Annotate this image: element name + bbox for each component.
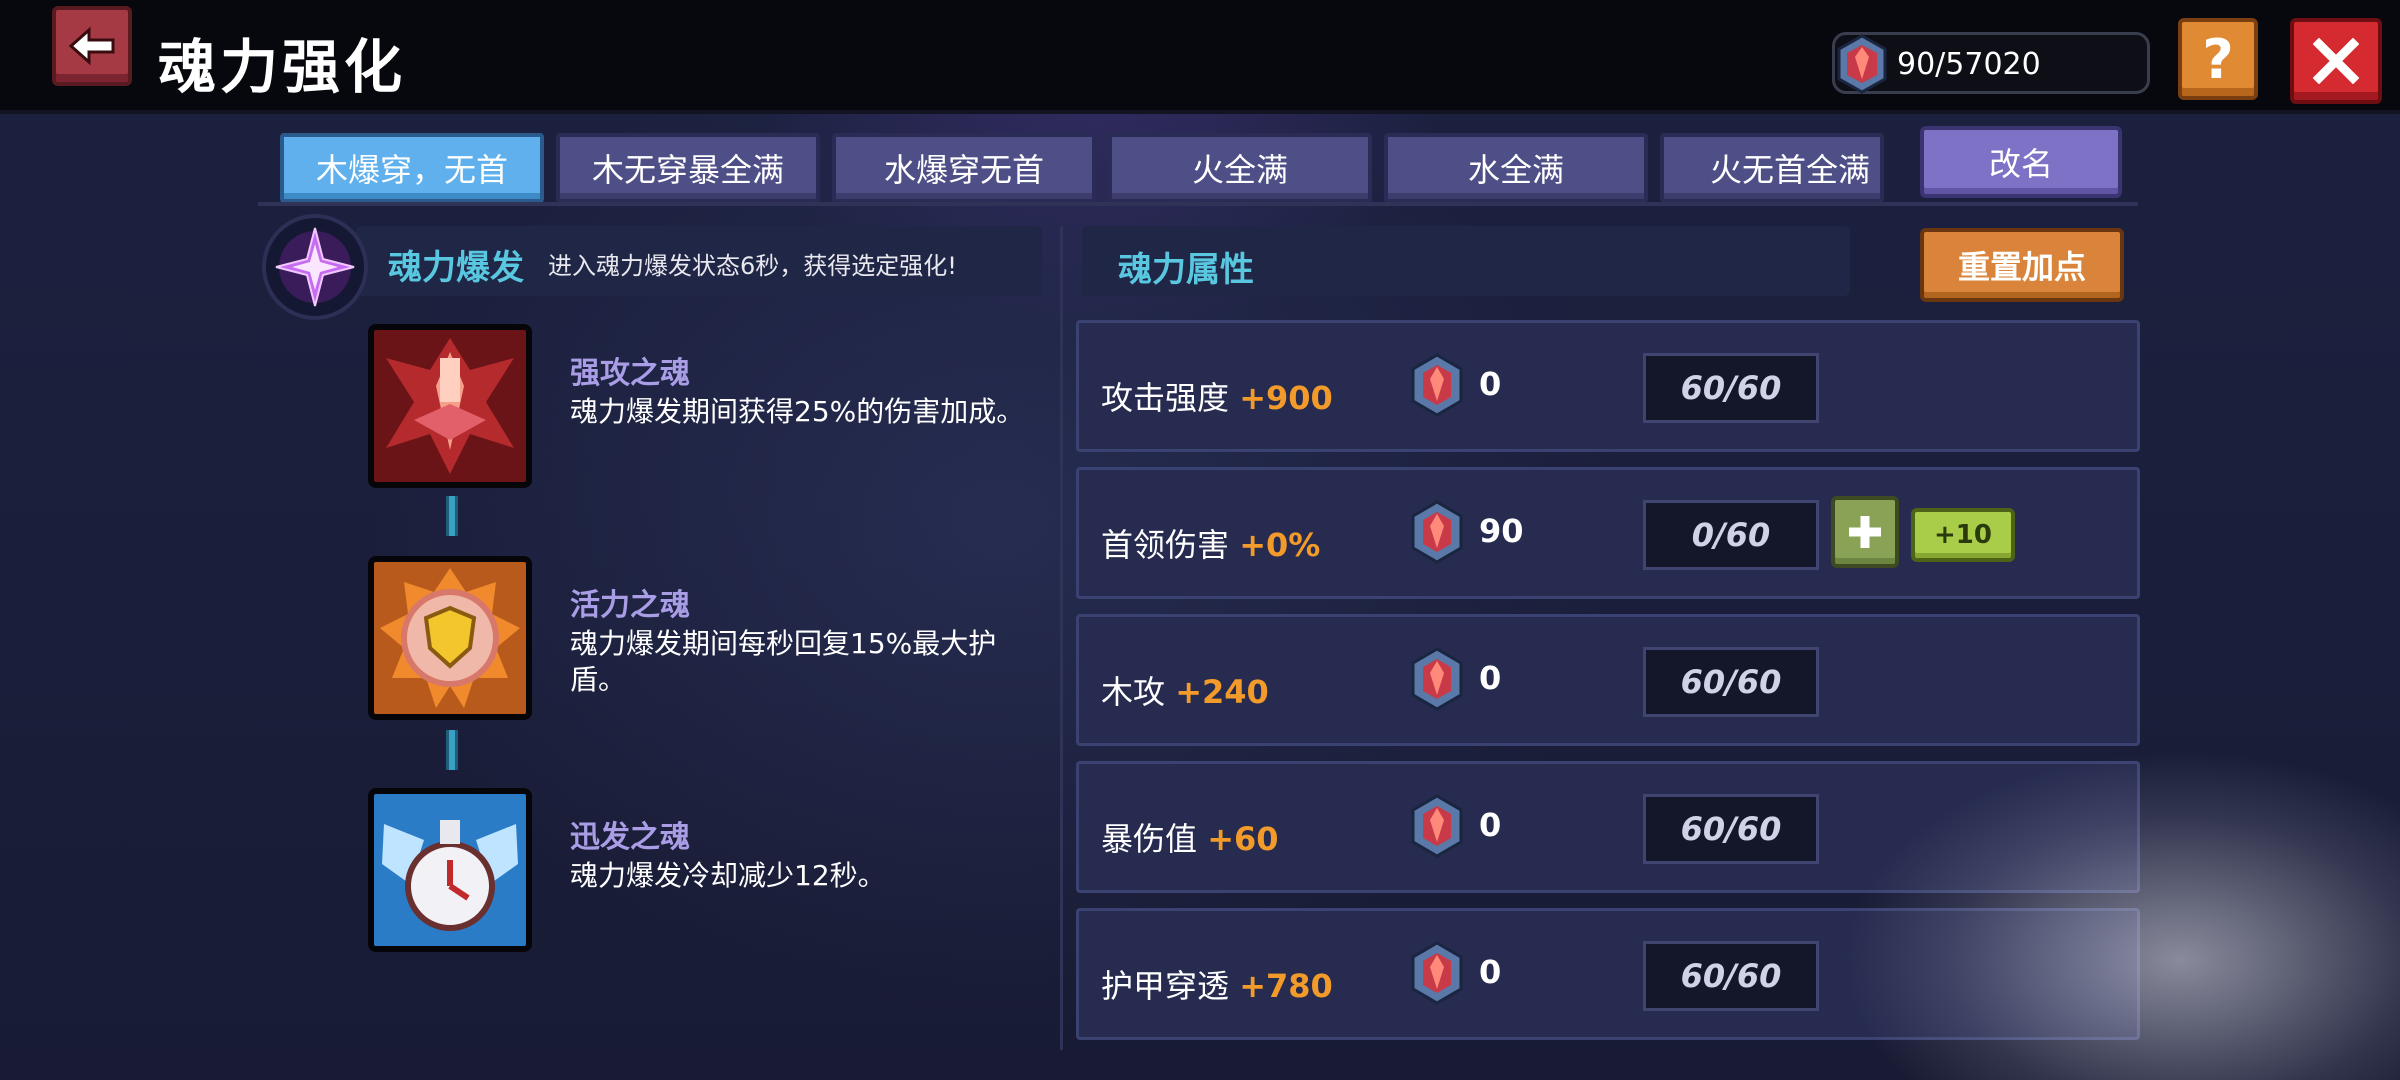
soul-connector xyxy=(446,730,458,770)
add-ten-points-button[interactable]: +10 xyxy=(1911,508,2015,562)
attribute-bonus: +240 xyxy=(1175,673,1269,711)
tab-preset-3[interactable]: 水爆穿无首 xyxy=(832,133,1096,203)
soul-gem-icon xyxy=(1411,941,1463,1005)
soul-gem-icon xyxy=(1411,353,1463,417)
swift-soul-slot[interactable] xyxy=(368,788,532,952)
panel-divider xyxy=(1060,226,1063,1050)
attack-soul-slot[interactable] xyxy=(368,324,532,488)
soul-gem-icon xyxy=(1411,647,1463,711)
attack-soul-icon xyxy=(374,330,526,482)
tab-preset-6[interactable]: 火无首全满 xyxy=(1660,133,1884,203)
star-burst-icon xyxy=(275,227,355,307)
attribute-cost: 0 xyxy=(1479,659,1502,697)
attribute-label: 暴伤值 +60 xyxy=(1101,820,1279,858)
rename-button[interactable]: 改名 xyxy=(1920,126,2122,198)
attribute-bonus: +780 xyxy=(1239,967,1333,1005)
currency-value: 90/57020 xyxy=(1897,47,2041,82)
soul-currency-display: 90/57020 xyxy=(1832,32,2150,94)
page-title: 魂力强化 xyxy=(158,33,407,101)
attribute-cost: 0 xyxy=(1479,953,1502,991)
swift-soul-icon xyxy=(374,794,526,946)
back-button[interactable] xyxy=(52,6,132,86)
attribute-row-wood-attack: 木攻 +240 0 60/60 xyxy=(1076,614,2140,746)
soul-gem-icon xyxy=(1411,500,1463,564)
burst-description: 进入魂力爆发状态6秒，获得选定强化! xyxy=(548,252,957,280)
help-button[interactable]: ? xyxy=(2178,18,2258,100)
question-icon: ? xyxy=(2202,27,2234,91)
attribute-level: 60/60 xyxy=(1643,647,1819,717)
attribute-row-crit-damage: 暴伤值 +60 0 60/60 xyxy=(1076,761,2140,893)
soul-gem-icon xyxy=(1411,794,1463,858)
attribute-label: 首领伤害 +0% xyxy=(1101,526,1321,564)
attribute-row-armor-penetration: 护甲穿透 +780 0 60/60 xyxy=(1076,908,2140,1040)
soul-description: 魂力爆发冷却减少12秒。 xyxy=(570,859,886,892)
burst-icon xyxy=(262,214,368,320)
close-icon xyxy=(2313,38,2359,84)
top-bar: 魂力强化 90/57020 ? xyxy=(0,0,2400,114)
burst-title: 魂力爆发 xyxy=(388,248,524,288)
attribute-cost: 0 xyxy=(1479,806,1502,844)
soul-description: 魂力爆发期间获得25%的伤害加成。 xyxy=(570,395,1025,428)
attribute-bonus: +900 xyxy=(1239,379,1333,417)
attribute-level: 0/60 xyxy=(1643,500,1819,570)
soul-connector xyxy=(446,496,458,536)
attribute-bonus: +0% xyxy=(1239,526,1321,564)
attribute-cost: 0 xyxy=(1479,365,1502,403)
tab-divider xyxy=(258,202,2138,206)
tab-preset-5[interactable]: 水全满 xyxy=(1384,133,1648,203)
attribute-bonus: +60 xyxy=(1207,820,1279,858)
arrow-left-icon xyxy=(68,26,115,66)
attributes-title: 魂力属性 xyxy=(1118,250,1254,290)
reset-points-button[interactable]: 重置加点 xyxy=(1920,228,2124,302)
vitality-soul-icon xyxy=(374,562,526,714)
plus-icon xyxy=(1849,516,1881,548)
soul-name: 迅发之魂 xyxy=(570,820,690,855)
tab-preset-4[interactable]: 火全满 xyxy=(1108,133,1372,203)
attribute-row-attack: 攻击强度 +900 0 60/60 xyxy=(1076,320,2140,452)
attribute-level: 60/60 xyxy=(1643,941,1819,1011)
close-button[interactable] xyxy=(2290,18,2382,104)
attribute-label: 攻击强度 +900 xyxy=(1101,379,1333,417)
vitality-soul-slot[interactable] xyxy=(368,556,532,720)
soul-gem-icon xyxy=(1837,34,1887,94)
soul-description: 魂力爆发期间每秒回复15%最大护盾。 xyxy=(570,627,997,696)
attribute-row-boss-damage: 首领伤害 +0% 90 0/60 +10 xyxy=(1076,467,2140,599)
attribute-cost: 90 xyxy=(1479,512,1524,550)
tab-preset-2[interactable]: 木无穿暴全满 xyxy=(556,133,820,203)
tab-preset-1[interactable]: 木爆穿，无首 xyxy=(280,133,544,203)
attribute-label: 木攻 +240 xyxy=(1101,673,1269,711)
attribute-level: 60/60 xyxy=(1643,353,1819,423)
add-point-button[interactable] xyxy=(1831,496,1899,568)
attribute-level: 60/60 xyxy=(1643,794,1819,864)
attribute-label: 护甲穿透 +780 xyxy=(1101,967,1333,1005)
soul-name: 活力之魂 xyxy=(570,588,690,623)
soul-name: 强攻之魂 xyxy=(570,356,690,391)
